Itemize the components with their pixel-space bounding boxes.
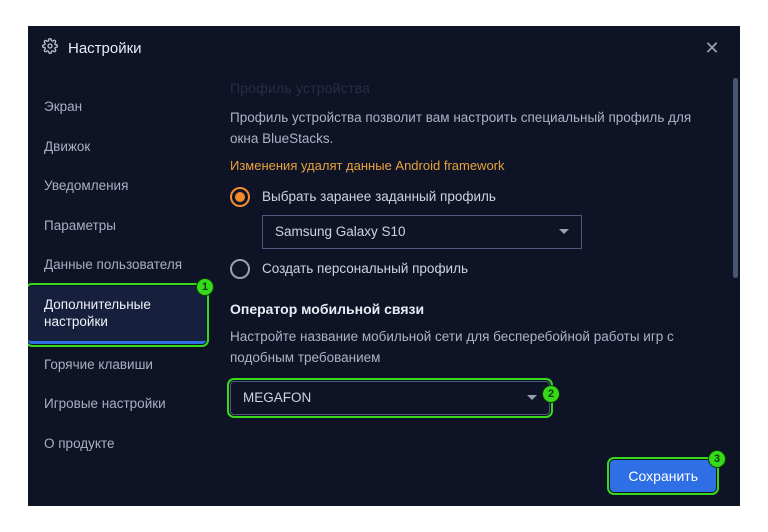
sidebar-item-label: Горячие клавиши <box>44 357 153 372</box>
sidebar-item-game[interactable]: Игровые настройки <box>28 385 206 423</box>
sidebar-item-notifications[interactable]: Уведомления <box>28 167 206 205</box>
dropdown-value: MEGAFON <box>243 390 311 405</box>
carrier-dropdown[interactable]: MEGAFON <box>230 381 550 415</box>
content-pane: Профиль устройства Профиль устройства по… <box>206 70 740 506</box>
settings-window: Настройки ✕ Экран Движок Уведомления Пар… <box>28 26 740 506</box>
sidebar-item-advanced[interactable]: Дополнительные настройки 1 <box>28 286 206 344</box>
close-icon: ✕ <box>704 38 719 59</box>
sidebar-item-about[interactable]: О продукте <box>28 425 206 463</box>
device-profile-description: Профиль устройства позволит вам настроит… <box>230 108 716 150</box>
sidebar-item-screen[interactable]: Экран <box>28 88 206 126</box>
titlebar: Настройки ✕ <box>28 26 740 70</box>
window-body: Экран Движок Уведомления Параметры Данны… <box>28 70 740 506</box>
device-profile-heading: Профиль устройства <box>230 80 716 96</box>
chevron-down-icon <box>559 229 569 234</box>
annotation-badge-2: 2 <box>542 385 560 403</box>
radio-icon <box>230 259 250 279</box>
save-button[interactable]: Сохранить <box>610 460 716 492</box>
sidebar-item-params[interactable]: Параметры <box>28 207 206 245</box>
device-profile-dropdown[interactable]: Samsung Galaxy S10 <box>262 215 582 249</box>
radio-icon <box>230 187 250 207</box>
sidebar-item-label: Дополнительные настройки <box>44 297 151 330</box>
annotation-badge-3: 3 <box>708 450 726 468</box>
carrier-heading: Оператор мобильной связи <box>230 301 716 317</box>
framework-warning: Изменения удалят данные Android framewor… <box>230 158 716 173</box>
dropdown-value: Samsung Galaxy S10 <box>275 224 406 239</box>
sidebar-item-label: Данные пользователя <box>44 257 182 272</box>
button-label: Сохранить <box>628 468 698 484</box>
close-button[interactable]: ✕ <box>698 34 726 62</box>
radio-custom-profile[interactable]: Создать персональный профиль <box>230 259 716 279</box>
annotation-badge-1: 1 <box>196 278 214 296</box>
chevron-down-icon <box>527 395 537 400</box>
sidebar-item-userdata[interactable]: Данные пользователя <box>28 246 206 284</box>
carrier-description: Настройте название мобильной сети для бе… <box>230 327 716 369</box>
sidebar-item-label: Уведомления <box>44 178 128 193</box>
sidebar-item-engine[interactable]: Движок <box>28 128 206 166</box>
sidebar: Экран Движок Уведомления Параметры Данны… <box>28 70 206 506</box>
sidebar-item-label: Экран <box>44 99 82 114</box>
radio-preset-profile[interactable]: Выбрать заранее заданный профиль <box>230 187 716 207</box>
sidebar-item-label: Движок <box>44 139 90 154</box>
sidebar-item-label: Игровые настройки <box>44 396 166 411</box>
scrollbar[interactable] <box>733 78 738 278</box>
window-title: Настройки <box>68 40 142 57</box>
sidebar-item-hotkeys[interactable]: Горячие клавиши <box>28 346 206 384</box>
sidebar-item-label: О продукте <box>44 436 115 451</box>
radio-label: Создать персональный профиль <box>262 261 468 276</box>
radio-label: Выбрать заранее заданный профиль <box>262 189 496 204</box>
gear-icon <box>42 38 58 58</box>
sidebar-item-label: Параметры <box>44 218 116 233</box>
